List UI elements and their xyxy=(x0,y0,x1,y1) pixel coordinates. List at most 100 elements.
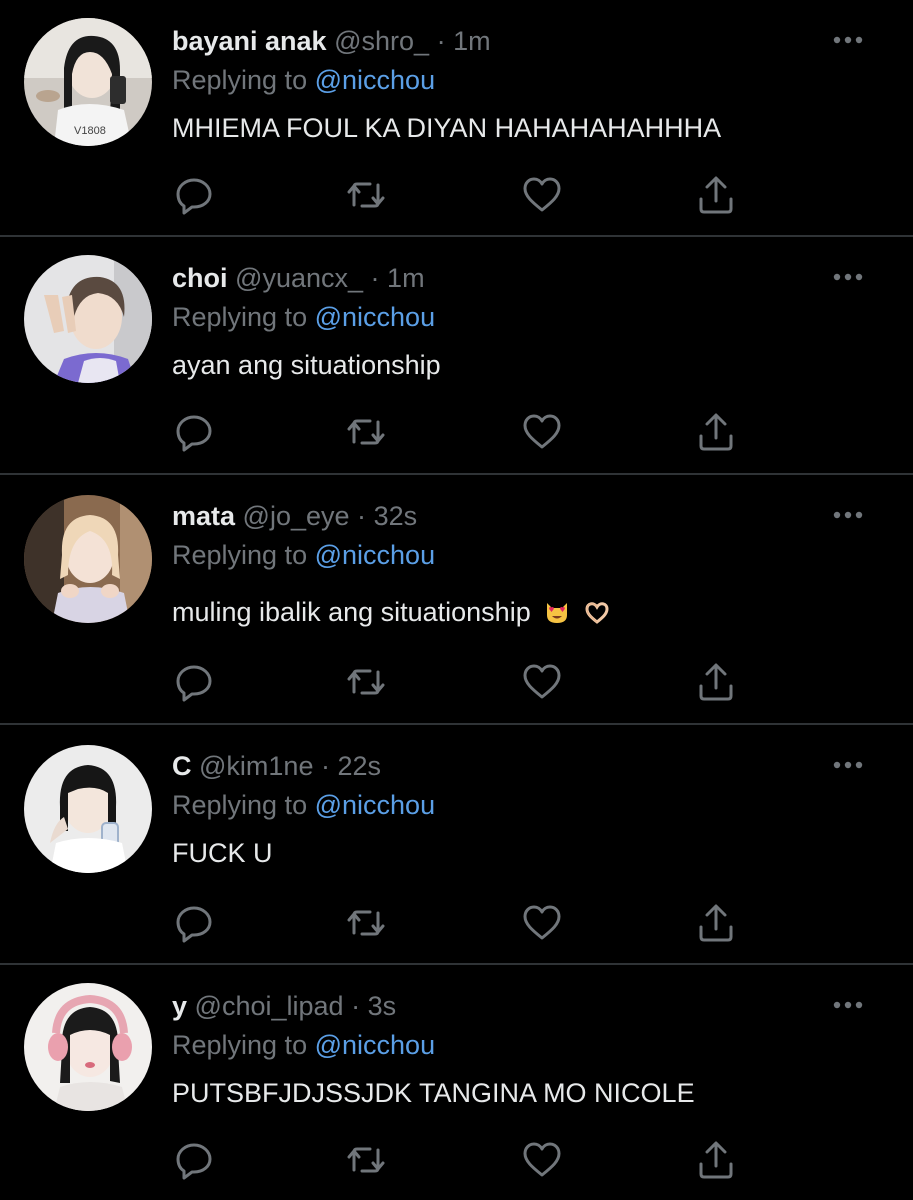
retweet-button[interactable] xyxy=(344,410,388,454)
share-button[interactable] xyxy=(694,173,738,217)
tweet-actions xyxy=(172,901,772,945)
separator-dot: · xyxy=(320,751,330,781)
share-button[interactable] xyxy=(694,901,738,945)
replying-to-line: Replying to @nicchou xyxy=(172,1028,435,1062)
heart-icon xyxy=(523,177,561,212)
tweet-header: bayani anak @shro_ · 1m xyxy=(172,24,491,58)
display-name[interactable]: mata xyxy=(172,501,235,531)
timestamp[interactable]: 32s xyxy=(374,501,418,531)
reply-feed: V1808 bayani anak @shro_ · 1m Replying t… xyxy=(0,0,913,1200)
mention-link[interactable]: @nicchou xyxy=(315,1030,435,1060)
share-button[interactable] xyxy=(694,410,738,454)
separator-dot: · xyxy=(436,26,446,56)
mention-link[interactable]: @nicchou xyxy=(315,790,435,820)
svg-text:V1808: V1808 xyxy=(74,125,106,137)
share-upload-icon xyxy=(699,176,733,214)
retweet-button[interactable] xyxy=(344,901,388,945)
more-horizontal-icon xyxy=(833,1001,863,1009)
timestamp[interactable]: 22s xyxy=(338,751,382,781)
more-options-button[interactable] xyxy=(828,751,868,779)
mention-link[interactable]: @nicchou xyxy=(315,540,435,570)
user-handle[interactable]: @yuancx_ xyxy=(235,263,363,293)
display-name[interactable]: bayani anak xyxy=(172,26,327,56)
more-options-button[interactable] xyxy=(828,263,868,291)
reply-button[interactable] xyxy=(172,410,216,454)
tweet[interactable]: choi @yuancx_ · 1m Replying to @nicchou … xyxy=(0,237,913,475)
avatar[interactable] xyxy=(24,983,152,1111)
like-button[interactable] xyxy=(520,1138,564,1182)
more-options-button[interactable] xyxy=(828,26,868,54)
more-options-button[interactable] xyxy=(828,501,868,529)
tweet-header: choi @yuancx_ · 1m xyxy=(172,261,425,295)
replying-to-line: Replying to @nicchou xyxy=(172,538,435,572)
tweet-actions xyxy=(172,1138,772,1182)
retweet-button[interactable] xyxy=(344,660,388,704)
like-button[interactable] xyxy=(520,660,564,704)
avatar-image xyxy=(24,745,152,873)
like-button[interactable] xyxy=(520,410,564,454)
tweet-text: muling ibalik ang situationship xyxy=(172,595,610,629)
replying-to-line: Replying to @nicchou xyxy=(172,63,435,97)
reply-bubble-icon xyxy=(176,906,212,943)
mention-link[interactable]: @nicchou xyxy=(315,65,435,95)
separator-dot: · xyxy=(357,501,367,531)
reply-button[interactable] xyxy=(172,660,216,704)
replying-to-label: Replying to xyxy=(172,1030,308,1060)
like-button[interactable] xyxy=(520,173,564,217)
user-handle[interactable]: @choi_lipad xyxy=(195,991,344,1021)
replying-to-label: Replying to xyxy=(172,65,308,95)
avatar-image xyxy=(24,495,152,623)
retweet-button[interactable] xyxy=(344,1138,388,1182)
tweet-text: FUCK U xyxy=(172,838,273,868)
reply-button[interactable] xyxy=(172,173,216,217)
tweet[interactable]: mata @jo_eye · 32s Replying to @nicchou … xyxy=(0,475,913,725)
heart-eyes-cat-emoji xyxy=(547,603,568,623)
display-name[interactable]: choi xyxy=(172,263,228,293)
retweet-icon xyxy=(347,1147,385,1173)
user-handle[interactable]: @kim1ne xyxy=(199,751,313,781)
tweet-header: y @choi_lipad · 3s xyxy=(172,989,396,1023)
replying-to-label: Replying to xyxy=(172,302,308,332)
avatar[interactable]: V1808 xyxy=(24,18,152,146)
avatar-image: V1808 xyxy=(24,18,152,146)
avatar[interactable] xyxy=(24,745,152,873)
tweet-text: MHIEMA FOUL KA DIYAN HAHAHAHAHHHA xyxy=(172,113,722,143)
user-handle[interactable]: @shro_ xyxy=(334,26,429,56)
reply-bubble-icon xyxy=(176,1143,212,1180)
more-horizontal-icon xyxy=(833,511,863,519)
timestamp[interactable]: 1m xyxy=(453,26,491,56)
tweet[interactable]: V1808 bayani anak @shro_ · 1m Replying t… xyxy=(0,0,913,237)
reply-bubble-icon xyxy=(176,415,212,452)
more-horizontal-icon xyxy=(833,273,863,281)
timestamp[interactable]: 3s xyxy=(368,991,397,1021)
more-options-button[interactable] xyxy=(828,991,868,1019)
separator-dot: · xyxy=(351,991,361,1021)
share-upload-icon xyxy=(699,413,733,451)
retweet-icon xyxy=(347,910,385,936)
tweet-text-content: muling ibalik ang situationship xyxy=(172,597,531,627)
reply-bubble-icon xyxy=(176,665,212,702)
share-button[interactable] xyxy=(694,660,738,704)
user-handle[interactable]: @jo_eye xyxy=(243,501,350,531)
retweet-icon xyxy=(347,419,385,445)
like-button[interactable] xyxy=(520,901,564,945)
timestamp[interactable]: 1m xyxy=(387,263,425,293)
share-upload-icon xyxy=(699,663,733,701)
display-name[interactable]: C xyxy=(172,751,192,781)
avatar[interactable] xyxy=(24,495,152,623)
reply-button[interactable] xyxy=(172,1138,216,1182)
display-name[interactable]: y xyxy=(172,991,187,1021)
tweet[interactable]: C @kim1ne · 22s Replying to @nicchou FUC… xyxy=(0,725,913,965)
share-button[interactable] xyxy=(694,1138,738,1182)
avatar[interactable] xyxy=(24,255,152,383)
tweet-actions xyxy=(172,173,772,217)
heart-hands-emoji xyxy=(585,602,609,624)
retweet-button[interactable] xyxy=(344,173,388,217)
retweet-icon xyxy=(347,669,385,695)
mention-link[interactable]: @nicchou xyxy=(315,302,435,332)
heart-icon xyxy=(523,905,561,940)
reply-button[interactable] xyxy=(172,901,216,945)
heart-icon xyxy=(523,1142,561,1177)
avatar-image xyxy=(24,983,152,1111)
tweet[interactable]: y @choi_lipad · 3s Replying to @nicchou … xyxy=(0,965,913,1200)
